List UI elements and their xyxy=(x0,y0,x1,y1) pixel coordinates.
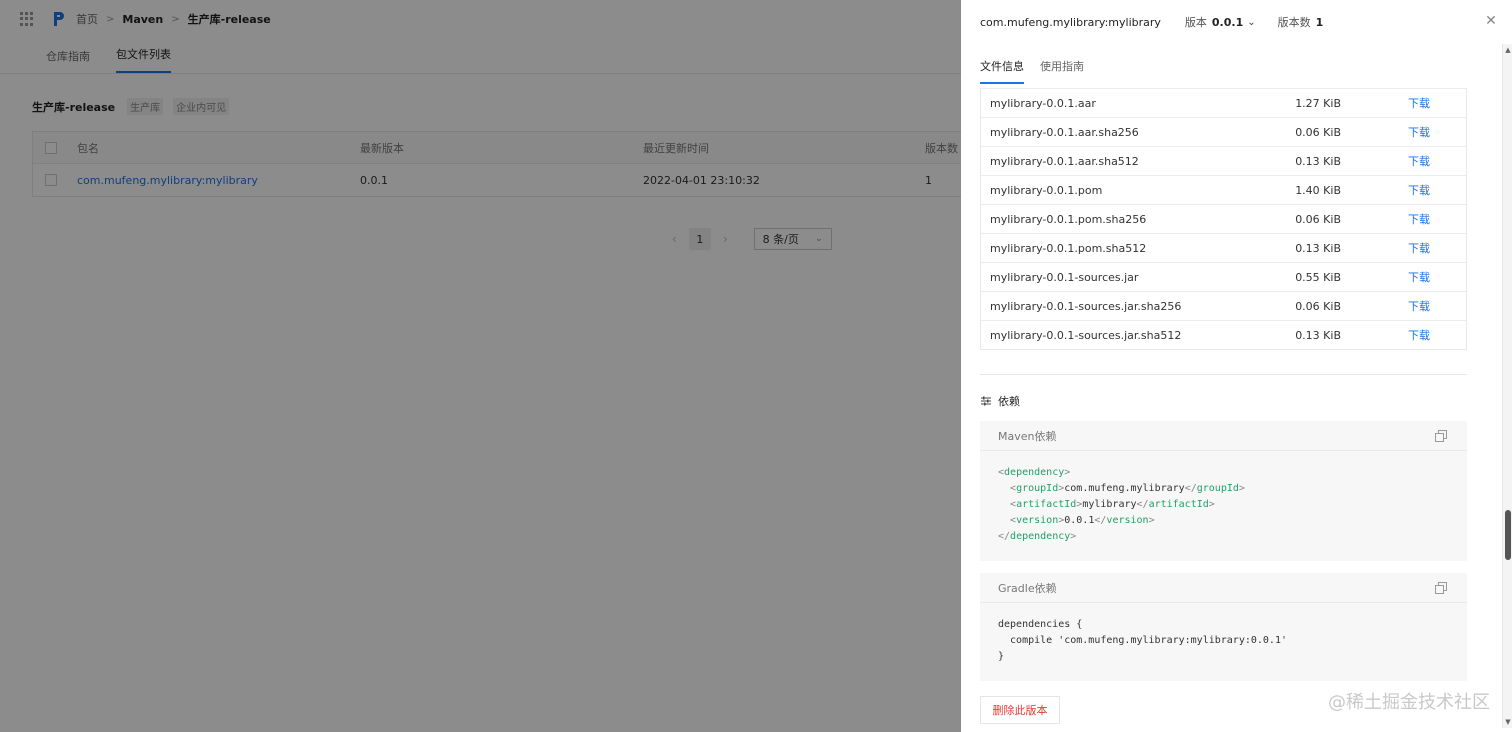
copy-icon[interactable] xyxy=(1435,581,1447,594)
drawer-title: com.mufeng.mylibrary:mylibrary xyxy=(980,15,1161,29)
file-size: 0.06 KiB xyxy=(1295,299,1341,313)
file-name: mylibrary-0.0.1.pom xyxy=(990,183,1103,197)
gradle-dependency-box: Gradle依赖 dependencies { compile 'com.muf… xyxy=(980,573,1467,681)
tab-usage-guide[interactable]: 使用指南 xyxy=(1040,58,1084,82)
watermark: @稀土掘金技术社区 xyxy=(1328,692,1490,713)
drawer-header: com.mufeng.mylibrary:mylibrary 版本 0.0.1 … xyxy=(961,0,1512,44)
download-link[interactable]: 下载 xyxy=(1408,327,1430,343)
gradle-line: compile 'com.mufeng.mylibrary:mylibrary:… xyxy=(998,635,1287,646)
maven-artifact-id: mylibrary xyxy=(1082,499,1137,510)
file-size: 0.13 KiB xyxy=(1295,328,1341,342)
version-value: 0.0.1 xyxy=(1211,15,1244,29)
version-count: 版本数 1 xyxy=(1278,14,1324,30)
copy-icon[interactable] xyxy=(1435,429,1447,442)
list-item: mylibrary-0.0.1.pom.sha256 0.06 KiB 下载 xyxy=(981,204,1466,233)
download-link[interactable]: 下载 xyxy=(1408,182,1430,198)
gradle-line: } xyxy=(998,651,1005,662)
gradle-dependency-header: Gradle依赖 xyxy=(980,573,1467,603)
tab-file-info[interactable]: 文件信息 xyxy=(980,58,1024,84)
list-item: mylibrary-0.0.1-sources.jar.sha512 0.13 … xyxy=(981,320,1466,349)
file-size: 0.55 KiB xyxy=(1295,270,1341,284)
file-name: mylibrary-0.0.1.pom.sha512 xyxy=(990,241,1147,255)
file-size: 0.06 KiB xyxy=(1295,212,1341,226)
scrollbar[interactable]: ▲ ▼ xyxy=(1502,44,1512,728)
file-name: mylibrary-0.0.1-sources.jar.sha256 xyxy=(990,299,1182,313)
file-name: mylibrary-0.0.1.aar.sha512 xyxy=(990,154,1139,168)
file-size: 0.06 KiB xyxy=(1295,125,1341,139)
file-size: 0.13 KiB xyxy=(1295,241,1341,255)
scroll-up-icon[interactable]: ▲ xyxy=(1504,46,1512,54)
file-list: mylibrary-0.0.1.aar 1.27 KiB 下载 mylibrar… xyxy=(980,88,1467,350)
dependency-section-title: 依赖 xyxy=(980,393,1512,409)
gradle-dependency-title: Gradle依赖 xyxy=(998,581,1057,595)
version-select[interactable]: 版本 0.0.1 ⌄ xyxy=(1185,14,1256,30)
maven-dependency-title: Maven依赖 xyxy=(998,429,1057,443)
download-link[interactable]: 下载 xyxy=(1408,153,1430,169)
list-item: mylibrary-0.0.1.pom.sha512 0.13 KiB 下载 xyxy=(981,233,1466,262)
download-link[interactable]: 下载 xyxy=(1408,211,1430,227)
close-icon[interactable]: ✕ xyxy=(1484,14,1498,28)
file-size: 1.27 KiB xyxy=(1295,96,1341,110)
sliders-icon xyxy=(981,396,991,406)
dependency-title: 依赖 xyxy=(998,395,1020,408)
list-item: mylibrary-0.0.1-sources.jar 0.55 KiB 下载 xyxy=(981,262,1466,291)
download-link[interactable]: 下载 xyxy=(1408,298,1430,314)
scroll-down-icon[interactable]: ▼ xyxy=(1504,718,1512,726)
version-count-value: 1 xyxy=(1315,15,1324,29)
file-size: 1.40 KiB xyxy=(1295,183,1341,197)
divider xyxy=(980,374,1467,375)
chevron-down-icon: ⌄ xyxy=(1247,16,1256,28)
delete-version-button[interactable]: 删除此版本 xyxy=(980,696,1060,724)
file-name: mylibrary-0.0.1.aar xyxy=(990,96,1096,110)
drawer-tabs: 文件信息 使用指南 xyxy=(961,58,1512,88)
list-item: mylibrary-0.0.1-sources.jar.sha256 0.06 … xyxy=(981,291,1466,320)
list-item: mylibrary-0.0.1.aar 1.27 KiB 下载 xyxy=(981,88,1466,117)
list-item: mylibrary-0.0.1.aar.sha256 0.06 KiB 下载 xyxy=(981,117,1466,146)
download-link[interactable]: 下载 xyxy=(1408,269,1430,285)
maven-dependency-box: Maven依赖 <dependency> <groupId>com.mufeng… xyxy=(980,421,1467,561)
file-size: 0.13 KiB xyxy=(1295,154,1341,168)
maven-code-block: <dependency> <groupId>com.mufeng.mylibra… xyxy=(998,467,1245,542)
file-name: mylibrary-0.0.1-sources.jar xyxy=(990,270,1139,284)
package-detail-drawer: com.mufeng.mylibrary:mylibrary 版本 0.0.1 … xyxy=(961,0,1512,732)
file-name: mylibrary-0.0.1.aar.sha256 xyxy=(990,125,1139,139)
list-item: mylibrary-0.0.1.aar.sha512 0.13 KiB 下载 xyxy=(981,146,1466,175)
gradle-code-block: dependencies { compile 'com.mufeng.mylib… xyxy=(980,603,1467,681)
scroll-thumb[interactable] xyxy=(1505,510,1511,560)
file-name: mylibrary-0.0.1-sources.jar.sha512 xyxy=(990,328,1182,342)
gradle-line: dependencies { xyxy=(998,619,1083,630)
version-label: 版本 xyxy=(1184,16,1207,29)
version-count-label: 版本数 xyxy=(1277,16,1311,29)
file-name: mylibrary-0.0.1.pom.sha256 xyxy=(990,212,1147,226)
download-link[interactable]: 下载 xyxy=(1408,95,1430,111)
maven-version: 0.0.1 xyxy=(1064,515,1095,526)
maven-group-id: com.mufeng.mylibrary xyxy=(1064,483,1185,494)
download-link[interactable]: 下载 xyxy=(1408,240,1430,256)
list-item: mylibrary-0.0.1.pom 1.40 KiB 下载 xyxy=(981,175,1466,204)
download-link[interactable]: 下载 xyxy=(1408,124,1430,140)
maven-dependency-header: Maven依赖 xyxy=(980,421,1467,451)
